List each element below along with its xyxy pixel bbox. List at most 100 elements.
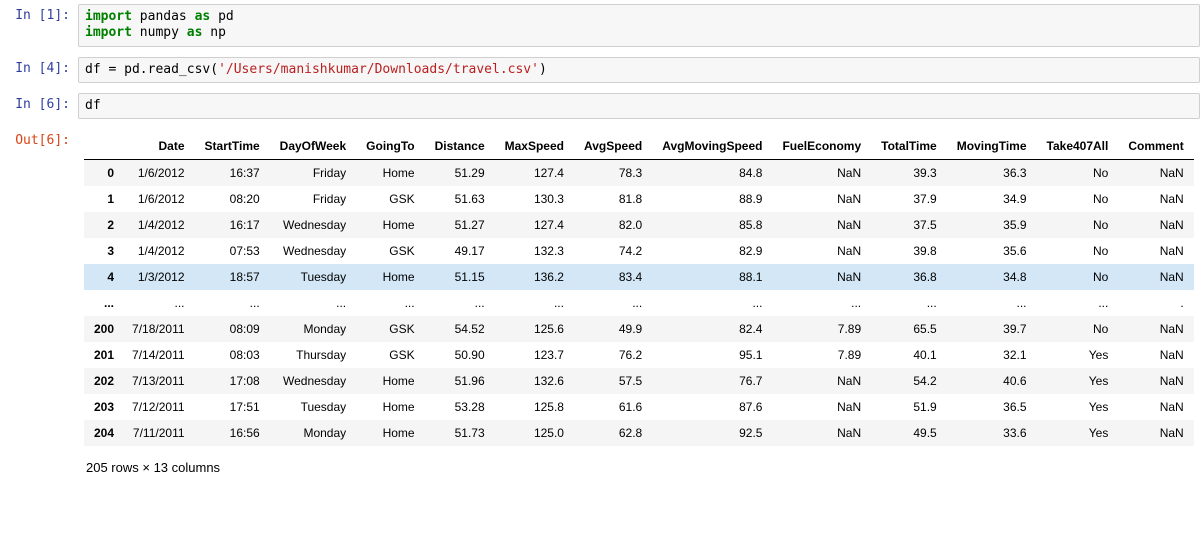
table-cell: .: [1118, 290, 1193, 316]
table-row: 21/4/201216:17WednesdayHome51.27127.482.…: [84, 212, 1194, 238]
table-cell: 33.6: [947, 420, 1037, 446]
row-index: 1: [84, 186, 122, 212]
table-cell: NaN: [1118, 316, 1193, 342]
table-cell: Wednesday: [270, 238, 356, 264]
table-cell: 7/14/2011: [122, 342, 195, 368]
column-header: FuelEconomy: [772, 133, 871, 160]
table-cell: NaN: [1118, 342, 1193, 368]
column-header: AvgMovingSpeed: [652, 133, 772, 160]
table-cell: 82.0: [574, 212, 652, 238]
table-cell: NaN: [772, 420, 871, 446]
table-cell: 88.1: [652, 264, 772, 290]
table-cell: 32.1: [947, 342, 1037, 368]
table-cell: Home: [356, 212, 424, 238]
table-cell: 36.5: [947, 394, 1037, 420]
table-cell: ...: [495, 290, 574, 316]
table-cell: 08:03: [195, 342, 270, 368]
input-prompt: In [1]:: [0, 4, 78, 23]
table-cell: 83.4: [574, 264, 652, 290]
table-cell: 84.8: [652, 160, 772, 187]
table-cell: Home: [356, 368, 424, 394]
table-cell: Home: [356, 420, 424, 446]
table-cell: Tuesday: [270, 264, 356, 290]
table-cell: 37.5: [871, 212, 947, 238]
code-input[interactable]: df = pd.read_csv('/Users/manishkumar/Dow…: [78, 57, 1200, 83]
column-header: Comment: [1118, 133, 1193, 160]
table-cell: 51.96: [425, 368, 495, 394]
table-cell: Home: [356, 264, 424, 290]
table-cell: NaN: [772, 394, 871, 420]
code-input[interactable]: df: [78, 93, 1200, 119]
table-cell: ...: [652, 290, 772, 316]
table-cell: 51.63: [425, 186, 495, 212]
table-cell: NaN: [1118, 212, 1193, 238]
table-cell: GSK: [356, 316, 424, 342]
table-cell: 07:53: [195, 238, 270, 264]
table-cell: 81.8: [574, 186, 652, 212]
table-row: 01/6/201216:37FridayHome51.29127.478.384…: [84, 160, 1194, 187]
table-cell: No: [1037, 316, 1119, 342]
code-input[interactable]: import pandas as pd import numpy as np: [78, 4, 1200, 47]
column-header: AvgSpeed: [574, 133, 652, 160]
table-cell: 7/18/2011: [122, 316, 195, 342]
row-index: 0: [84, 160, 122, 187]
table-cell: Thursday: [270, 342, 356, 368]
index-header: [84, 133, 122, 160]
table-cell: 36.8: [871, 264, 947, 290]
table-cell: 1/3/2012: [122, 264, 195, 290]
table-row: 41/3/201218:57TuesdayHome51.15136.283.48…: [84, 264, 1194, 290]
code-cell: In [4]: df = pd.read_csv('/Users/manishk…: [0, 57, 1200, 83]
row-index: 4: [84, 264, 122, 290]
table-cell: Yes: [1037, 394, 1119, 420]
dataframe-shape: 205 rows × 13 columns: [86, 460, 1200, 475]
table-cell: 123.7: [495, 342, 574, 368]
output-cell: Out[6]: DateStartTimeDayOfWeekGoingToDis…: [0, 129, 1200, 479]
table-cell: ...: [122, 290, 195, 316]
table-cell: 18:57: [195, 264, 270, 290]
table-cell: 1/4/2012: [122, 212, 195, 238]
table-cell: 34.8: [947, 264, 1037, 290]
table-cell: No: [1037, 212, 1119, 238]
table-cell: NaN: [1118, 264, 1193, 290]
column-header: DayOfWeek: [270, 133, 356, 160]
code-cell: In [6]: df: [0, 93, 1200, 119]
row-index: 201: [84, 342, 122, 368]
table-cell: 39.7: [947, 316, 1037, 342]
table-cell: 40.1: [871, 342, 947, 368]
table-cell: 132.3: [495, 238, 574, 264]
table-cell: 51.73: [425, 420, 495, 446]
column-header: TotalTime: [871, 133, 947, 160]
row-index: 3: [84, 238, 122, 264]
column-header: Date: [122, 133, 195, 160]
table-cell: 08:09: [195, 316, 270, 342]
table-cell: 130.3: [495, 186, 574, 212]
table-cell: 36.3: [947, 160, 1037, 187]
table-cell: No: [1037, 186, 1119, 212]
table-cell: 39.8: [871, 238, 947, 264]
table-cell: 7/11/2011: [122, 420, 195, 446]
table-cell: Friday: [270, 160, 356, 187]
table-row: 2037/12/201117:51TuesdayHome53.28125.861…: [84, 394, 1194, 420]
table-cell: 49.5: [871, 420, 947, 446]
table-cell: 08:20: [195, 186, 270, 212]
table-row: 31/4/201207:53WednesdayGSK49.17132.374.2…: [84, 238, 1194, 264]
table-cell: Yes: [1037, 342, 1119, 368]
table-cell: ...: [574, 290, 652, 316]
table-cell: 51.15: [425, 264, 495, 290]
table-cell: Yes: [1037, 368, 1119, 394]
output-prompt: Out[6]:: [0, 129, 78, 148]
table-cell: ...: [772, 290, 871, 316]
table-cell: 57.5: [574, 368, 652, 394]
table-cell: 17:08: [195, 368, 270, 394]
table-cell: NaN: [772, 160, 871, 187]
table-cell: 87.6: [652, 394, 772, 420]
table-cell: ...: [356, 290, 424, 316]
table-cell: 16:56: [195, 420, 270, 446]
table-cell: 16:37: [195, 160, 270, 187]
table-cell: ...: [1037, 290, 1119, 316]
column-header: Distance: [425, 133, 495, 160]
table-cell: 7/13/2011: [122, 368, 195, 394]
table-cell: 51.9: [871, 394, 947, 420]
table-cell: 7/12/2011: [122, 394, 195, 420]
column-header: MaxSpeed: [495, 133, 574, 160]
